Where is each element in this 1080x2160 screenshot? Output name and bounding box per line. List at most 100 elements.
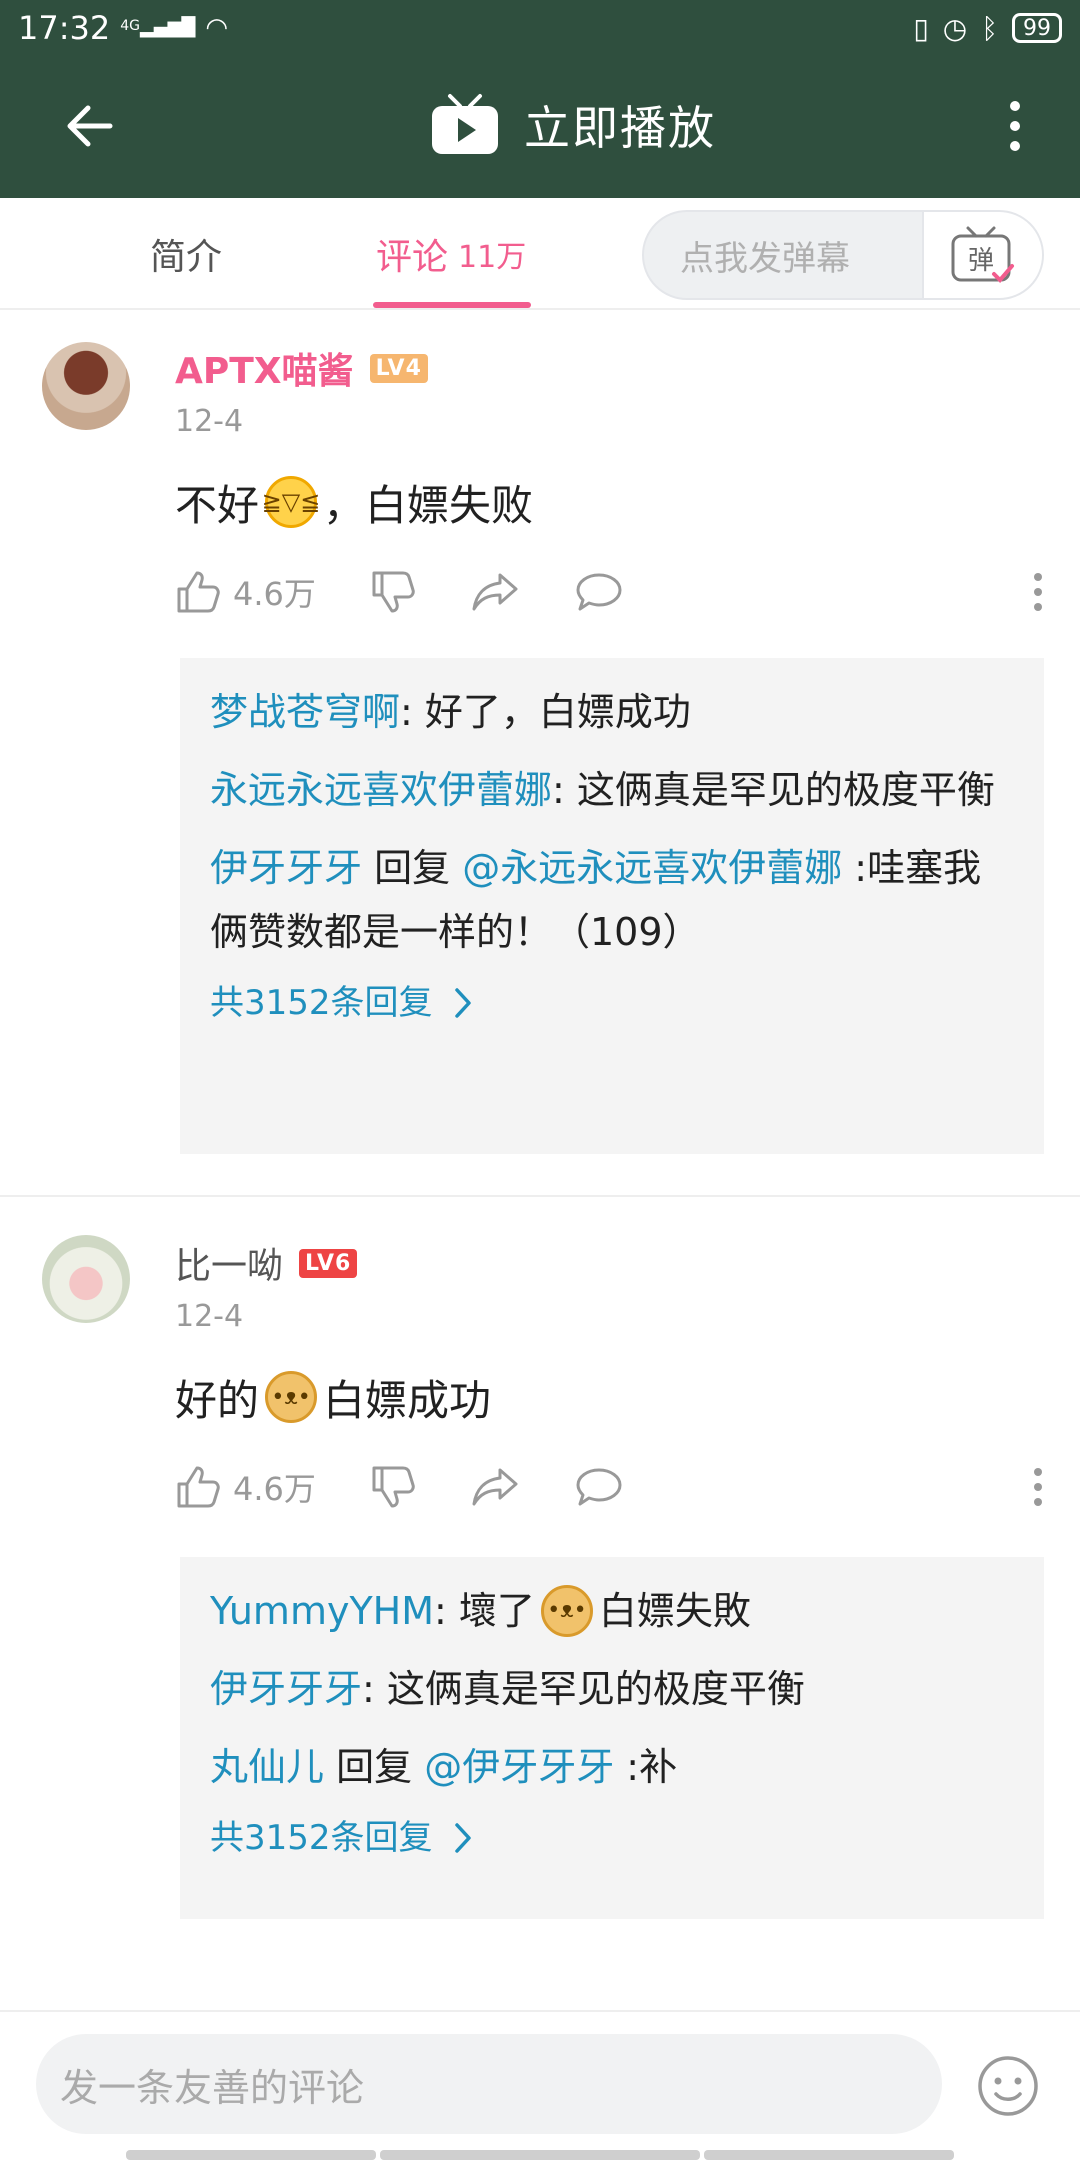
reply-button[interactable] — [574, 569, 624, 615]
like-count: 4.6万 — [233, 1470, 316, 1508]
reply-text: : 好了，白嫖成功 — [400, 690, 691, 734]
reply-preview[interactable]: YummyYHM: 壞了 •ᴥ• 白嫖失敗 伊牙牙牙: 这俩真是罕见的极度平衡 … — [180, 1557, 1044, 1919]
share-button[interactable] — [470, 569, 520, 615]
more-button[interactable] — [980, 86, 1050, 166]
battery-level: 99 — [1023, 15, 1051, 41]
dislike-button[interactable] — [370, 1464, 416, 1510]
signal-icon: 4G▂▄▆█ — [120, 17, 196, 38]
comment-list[interactable]: APTX喵酱 LV4 12-4 不好 ≧▽≦ ，白嫖失败 4.6万 梦战苍穹啊:… — [0, 312, 1080, 2010]
like-icon — [177, 571, 220, 613]
comment-text: 好的 •ᴥ• 白嫖成功 — [175, 1357, 491, 1437]
avatar[interactable] — [42, 342, 130, 430]
alarm-icon: ◷ — [942, 11, 968, 45]
like-icon — [177, 1466, 220, 1508]
reply-preview[interactable]: 梦战苍穹啊: 好了，白嫖成功 永远永远喜欢伊蕾娜: 这俩真是罕见的极度平衡 伊牙… — [180, 658, 1044, 1154]
reply-text: :补 — [614, 1745, 678, 1789]
reply-word: 回复 — [324, 1745, 425, 1789]
comment-input-placeholder: 发一条友善的评论 — [60, 2065, 365, 2110]
tab-comments-label: 评论 — [376, 237, 449, 278]
tab-comments-count: 11万 — [458, 240, 527, 275]
emoji-button[interactable] — [976, 2054, 1040, 2118]
status-time: 17:32 — [18, 9, 111, 47]
total-replies: 共3152条回复 — [210, 983, 433, 1023]
comment-text: 不好 ≧▽≦ ，白嫖失败 — [175, 462, 533, 542]
more-vertical-icon — [1010, 101, 1020, 151]
emoji-doge-icon: •ᴥ• — [540, 1585, 593, 1637]
username[interactable]: 比一呦 — [175, 1237, 283, 1289]
comment-more-button[interactable] — [1031, 1457, 1045, 1517]
reply-item: 丸仙儿 回复 @伊牙牙牙 :补 — [210, 1735, 1014, 1799]
reply-item: 伊牙牙牙: 这俩真是罕见的极度平衡 — [210, 1657, 1014, 1721]
reply-username[interactable]: YummyYHM — [210, 1579, 434, 1643]
wifi-icon: ◠ — [205, 13, 229, 43]
level-badge: LV4 — [369, 353, 428, 383]
svg-text:弹: 弹 — [968, 246, 994, 276]
chevron-right-icon — [454, 1823, 471, 1853]
like-count: 4.6万 — [233, 575, 316, 613]
reply-username[interactable]: 伊牙牙牙 — [210, 846, 362, 890]
battery-icon: 99 — [1012, 13, 1062, 43]
reply-text-after: 白嫖失敗 — [598, 1589, 751, 1633]
reply-icon — [576, 1468, 622, 1506]
comment-text-after: 白嫖成功 — [323, 1375, 492, 1425]
reply-username[interactable]: 伊牙牙牙 — [210, 1667, 362, 1711]
danmaku-icon: 弹 — [951, 226, 1014, 283]
emoji-face-icon — [978, 2056, 1038, 2116]
page-title: 立即播放 — [524, 101, 716, 155]
comment-actions: 4.6万 — [175, 1457, 1045, 1517]
vibrate-icon: ▯ — [913, 11, 929, 45]
reply-username[interactable]: 丸仙儿 — [210, 1745, 324, 1789]
bluetooth-icon: ᛒ — [981, 11, 998, 45]
reply-username[interactable]: 永远永远喜欢伊蕾娜 — [210, 768, 552, 812]
nav-handle — [126, 2150, 376, 2160]
tab-indicator — [373, 302, 531, 308]
emoji-sweat-icon: ≧▽≦ — [262, 476, 320, 528]
reply-item: YummyYHM: 壞了 •ᴥ• 白嫖失敗 — [210, 1579, 1014, 1643]
tab-intro-label: 简介 — [150, 237, 223, 278]
danmaku-toggle-button[interactable]: 弹 — [922, 212, 1042, 298]
tab-intro[interactable]: 简介 — [150, 198, 222, 310]
reply-button[interactable] — [574, 1464, 624, 1510]
like-button[interactable]: 4.6万 — [175, 1464, 316, 1510]
share-icon — [472, 573, 518, 611]
comment-actions: 4.6万 — [175, 562, 1045, 622]
chevron-right-icon — [454, 988, 471, 1018]
level-badge: LV6 — [299, 1248, 358, 1278]
more-vertical-icon — [1034, 1468, 1042, 1506]
share-button[interactable] — [470, 1464, 520, 1510]
reply-icon — [576, 573, 622, 611]
reply-mention[interactable]: @伊牙牙牙 — [424, 1745, 614, 1789]
comment-text-after: ，白嫖失败 — [323, 480, 534, 530]
comment-text-before: 好的 — [175, 1375, 260, 1425]
play-now-button[interactable]: 立即播放 — [430, 80, 716, 170]
comment-date: 12-4 — [175, 404, 244, 439]
emoji-doge-icon: •ᴥ• — [265, 1371, 318, 1423]
reply-username[interactable]: 梦战苍穹啊 — [210, 690, 400, 734]
back-arrow-icon — [67, 105, 113, 147]
danmaku-input[interactable]: 点我发弹幕 弹 — [642, 210, 1044, 300]
app-toolbar: 立即播放 — [0, 56, 1080, 198]
dislike-button[interactable] — [370, 569, 416, 615]
tv-play-icon — [432, 94, 498, 154]
comment-input[interactable]: 发一条友善的评论 — [36, 2034, 942, 2134]
comment-more-button[interactable] — [1031, 562, 1045, 622]
like-button[interactable]: 4.6万 — [175, 569, 316, 615]
comment-text-before: 不好 — [175, 480, 260, 530]
reply-mention[interactable]: @永远永远喜欢伊蕾娜 — [462, 846, 842, 890]
comment-input-bar: 发一条友善的评论 — [0, 2010, 1080, 2160]
status-bar: 17:32 4G▂▄▆█ ◠ ▯ ◷ ᛒ 99 — [0, 0, 1080, 56]
avatar[interactable] — [42, 1235, 130, 1323]
reply-word: 回复 — [362, 846, 463, 890]
nav-handle — [380, 2150, 700, 2160]
view-all-replies-link[interactable]: 共3152条回复 — [210, 1805, 1014, 1871]
reply-item: 梦战苍穹啊: 好了，白嫖成功 — [210, 680, 1014, 744]
comment-item: APTX喵酱 LV4 12-4 不好 ≧▽≦ ，白嫖失败 4.6万 梦战苍穹啊:… — [0, 312, 1080, 1197]
back-button[interactable] — [50, 86, 130, 166]
tab-comments[interactable]: 评论 11万 — [376, 198, 526, 310]
share-icon — [472, 1468, 518, 1506]
nav-handle — [704, 2150, 954, 2160]
reply-text: : 这俩真是罕见的极度平衡 — [552, 768, 995, 812]
view-all-replies-link[interactable]: 共3152条回复 — [210, 970, 1014, 1036]
username[interactable]: APTX喵酱 — [175, 342, 354, 394]
dislike-icon — [372, 571, 415, 613]
